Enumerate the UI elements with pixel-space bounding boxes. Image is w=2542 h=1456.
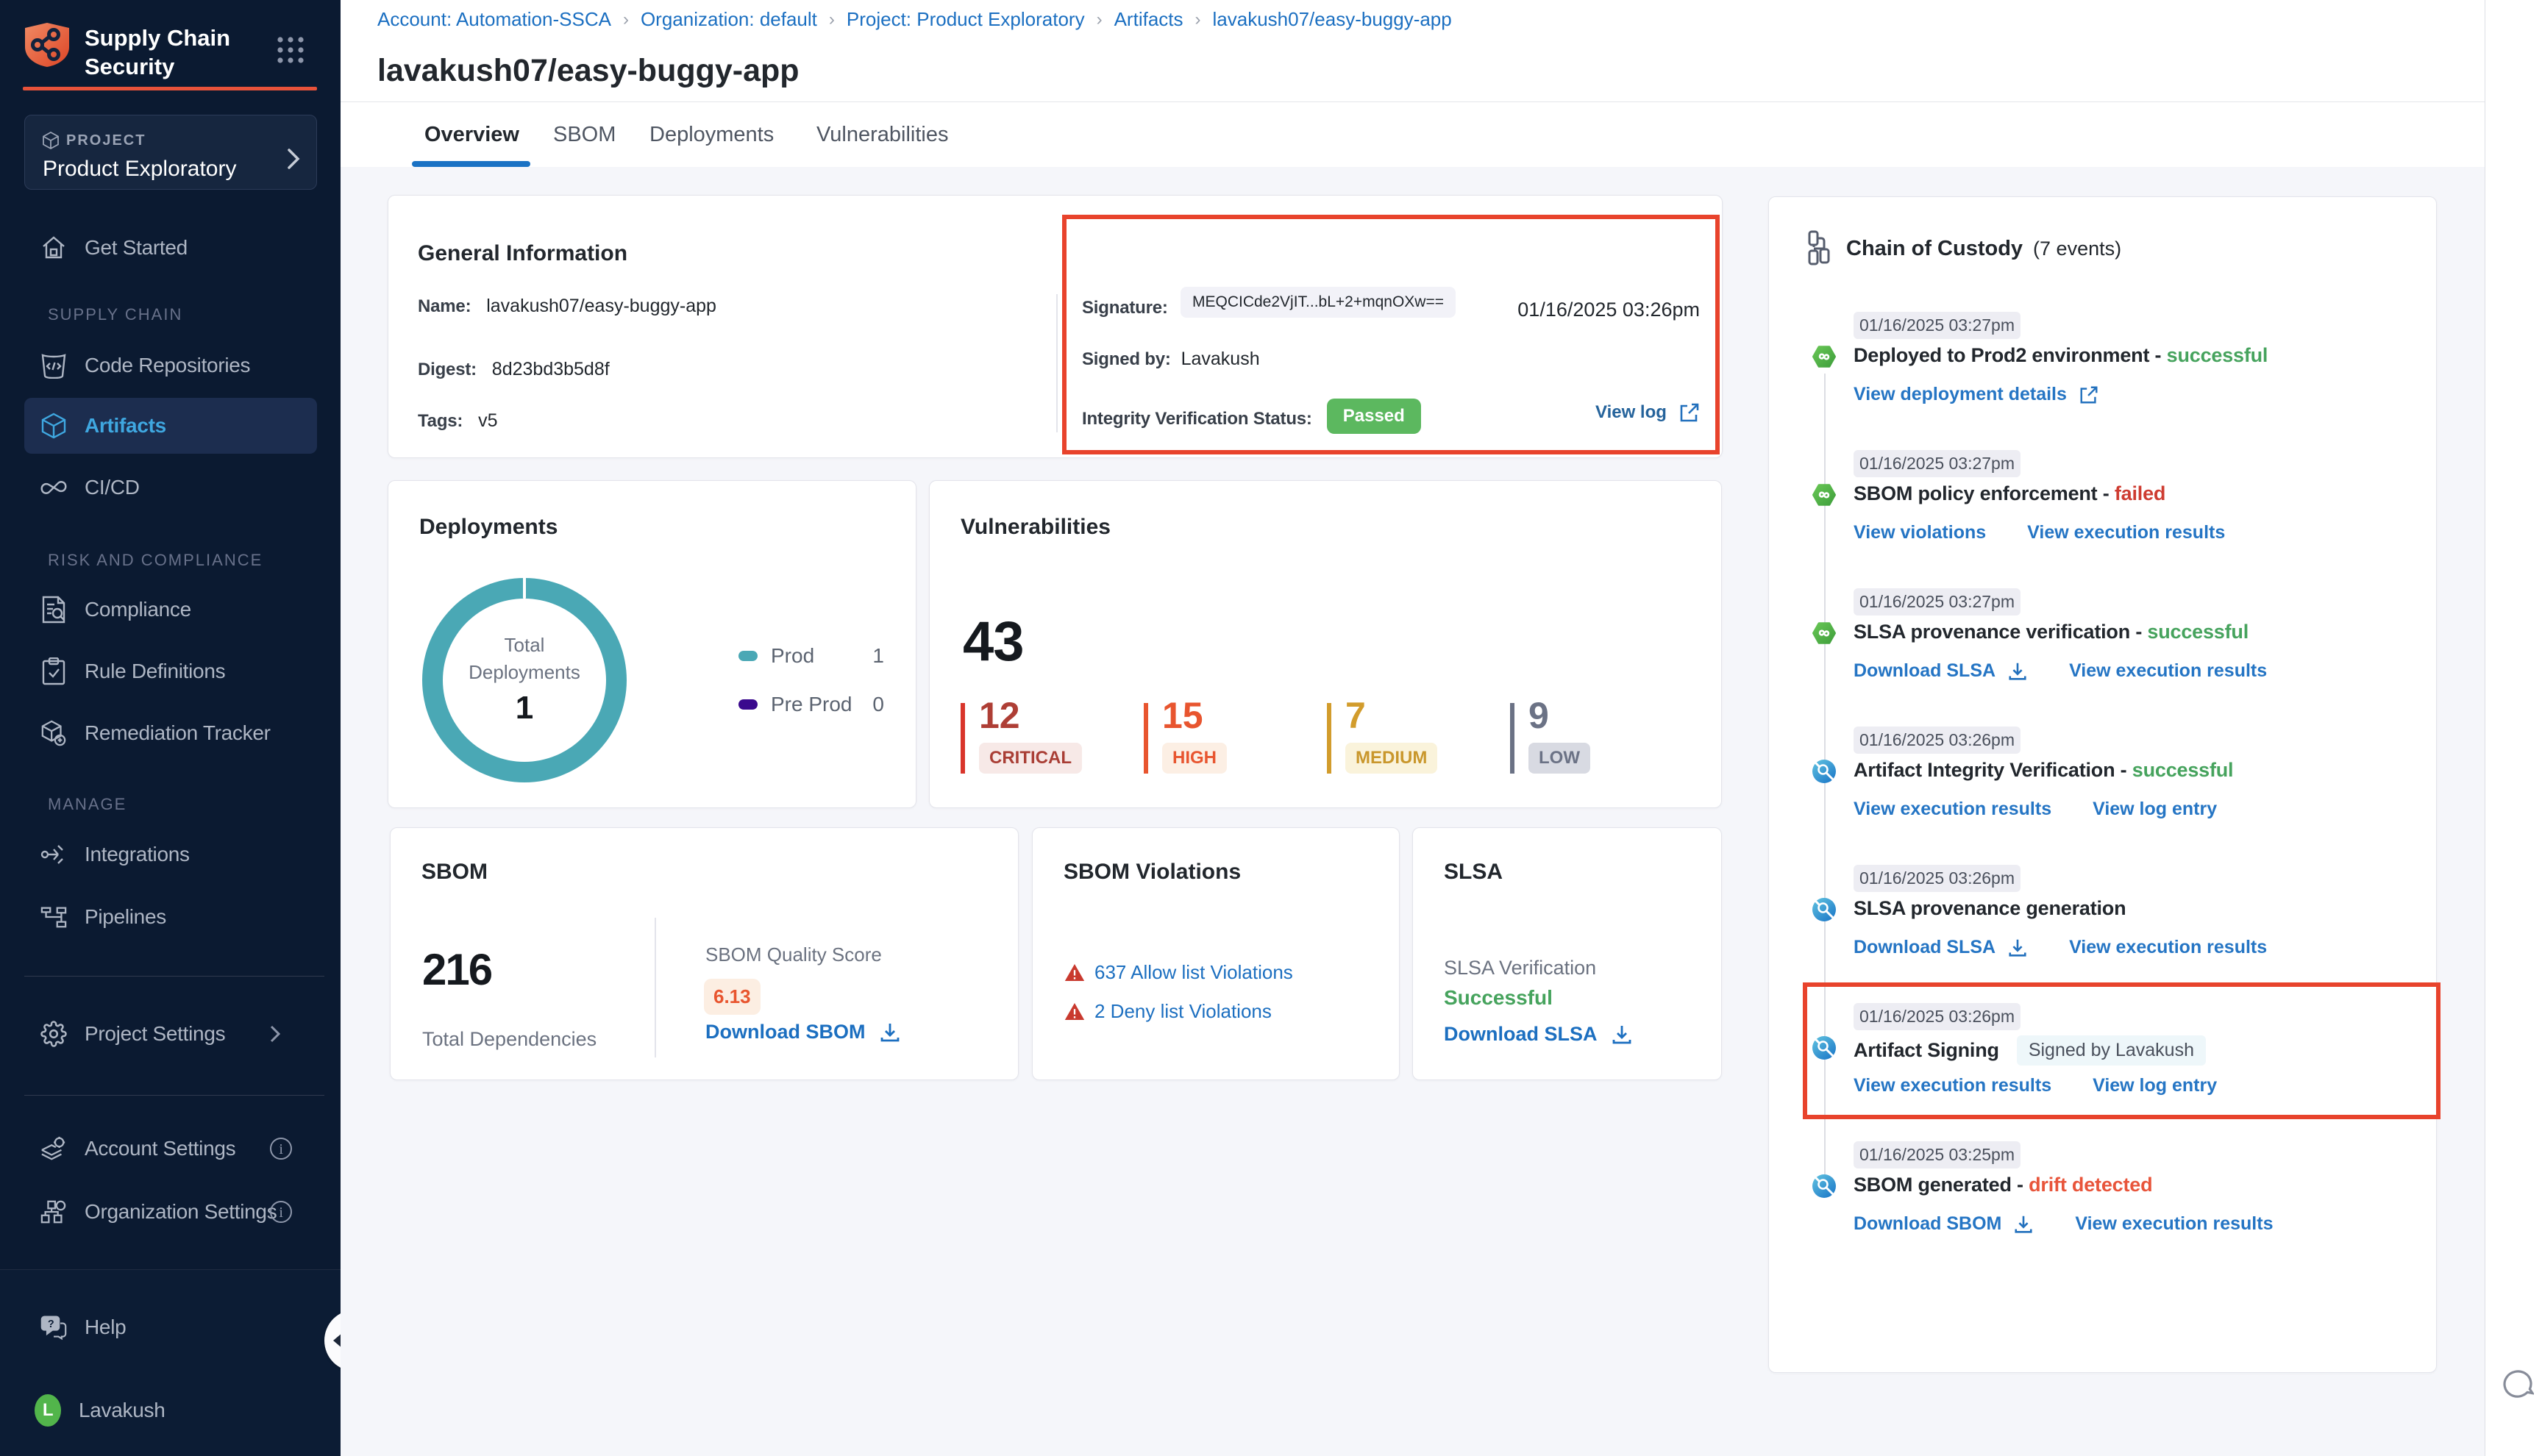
svg-text:?: ?	[48, 1318, 54, 1330]
